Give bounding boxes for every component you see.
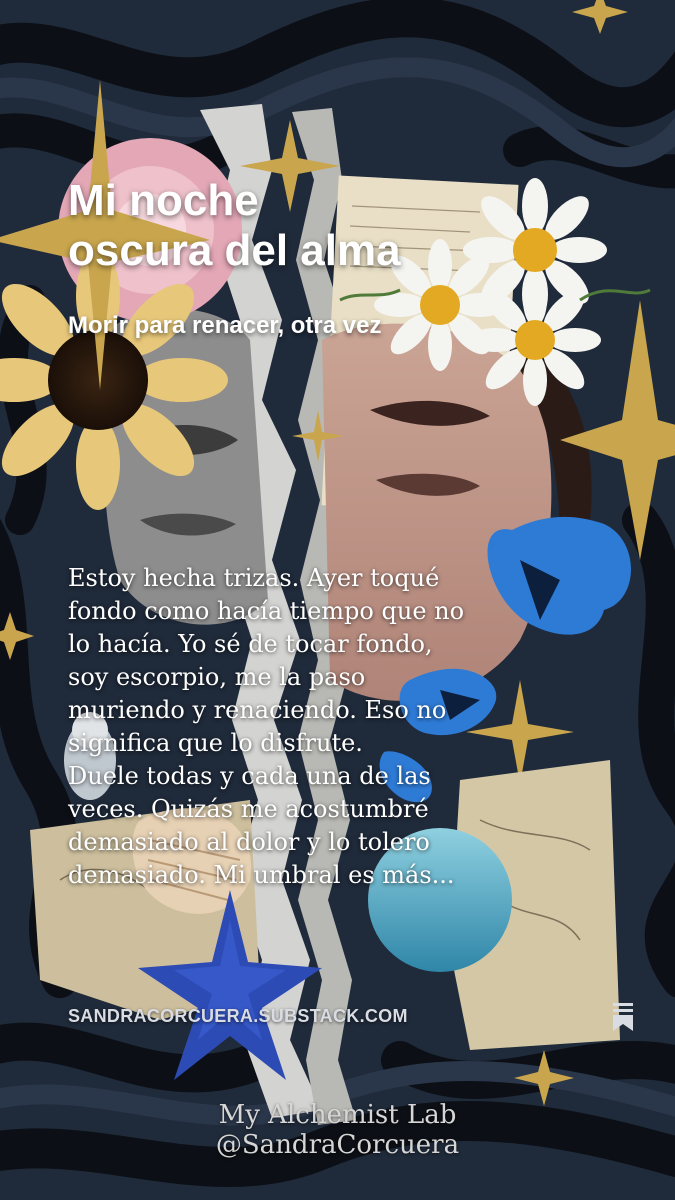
watermark-line: @SandraCorcuera <box>215 1130 460 1160</box>
story-subtitle: Morir para renacer, otra vez <box>68 312 382 339</box>
excerpt-line: significa que lo disfrute. <box>68 729 363 757</box>
story-excerpt: Estoy hecha trizas. Ayer toqué fondo com… <box>68 562 538 892</box>
excerpt-line: Estoy hecha trizas. Ayer toqué <box>68 564 440 592</box>
publication-domain-link[interactable]: SANDRACORCUERA.SUBSTACK.COM <box>68 1006 408 1027</box>
watermark-line: My Alchemist Lab <box>218 1100 457 1130</box>
excerpt-line: soy escorpio, me la paso <box>68 663 366 691</box>
excerpt-line: demasiado. Mi umbral es más... <box>68 861 455 889</box>
excerpt-line: muriendo y renaciendo. Eso no <box>68 696 447 724</box>
excerpt-line: lo hacía. Yo sé de tocar fondo, <box>68 630 433 658</box>
excerpt-line: demasiado al dolor y lo tolero <box>68 828 430 856</box>
excerpt-line: fondo como hacía tiempo que no <box>68 597 465 625</box>
story-card: Mi noche oscura del alma Morir para rena… <box>0 0 675 1200</box>
excerpt-line: Duele todas y cada una de las <box>68 762 431 790</box>
story-title-line: oscura del alma <box>68 226 401 275</box>
story-title-line: Mi noche <box>68 176 259 225</box>
author-watermark: My Alchemist Lab @SandraCorcuera <box>0 1100 675 1160</box>
story-title: Mi noche oscura del alma <box>68 176 401 276</box>
bookmark-icon[interactable] <box>610 1002 636 1032</box>
excerpt-line: veces. Quizás me acostumbré <box>68 795 429 823</box>
